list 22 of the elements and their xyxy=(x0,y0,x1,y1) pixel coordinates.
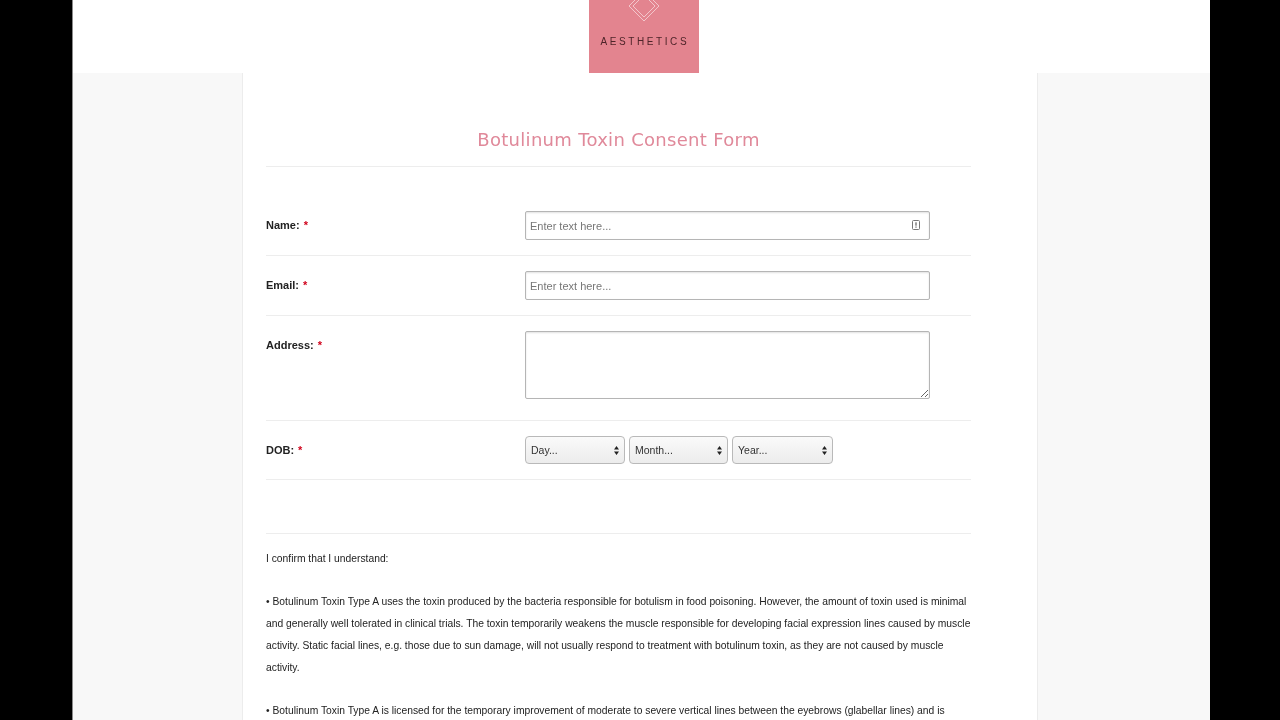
logo-text: AESTHETICS xyxy=(599,36,690,48)
text-input[interactable]: Enter text here... xyxy=(525,271,930,300)
field-label: Name: xyxy=(266,219,300,231)
required-asterisk: * xyxy=(303,219,308,231)
text-input[interactable]: Enter text here... xyxy=(525,211,930,240)
required-asterisk: * xyxy=(298,444,303,456)
up-down-caret-icon xyxy=(614,445,619,455)
up-down-caret-icon xyxy=(717,445,722,455)
field-label: DOB: xyxy=(266,444,295,456)
card-icon[interactable] xyxy=(912,220,920,230)
year-select[interactable]: Year... xyxy=(732,436,833,464)
up-down-caret-icon xyxy=(822,445,827,455)
field-label: Address: xyxy=(266,339,314,351)
month-select[interactable]: Month... xyxy=(629,436,728,464)
required-asterisk: * xyxy=(317,339,322,351)
form-title: Botulinum Toxin Consent Form xyxy=(477,128,760,152)
field-label: Email: xyxy=(266,279,299,291)
consent-paragraph: • Botulinum Toxin Type A uses the toxin produced by the bacteria responsible for botulism in food poisoning. However, the amount of toxin used is minimal and generally well tolerated in clinical trials. The toxin temporarily weakens the muscle responsible for developing facial expression lines caused by muscle activity. Static facial lines, e.g. those due to sun damage, will not usually respond to treatment with botulinum toxin, as they are not caused by muscle activity. xyxy=(266,595,972,675)
consent-intro: I confirm that I understand: xyxy=(266,552,390,566)
consent-paragraph: • Botulinum Toxin Type A is licensed for the temporary improvement of moderate to severe vertical lines between the eyebrows (glabellar lines) and is xyxy=(266,704,946,718)
day-select[interactable]: Day... xyxy=(525,436,625,464)
required-asterisk: * xyxy=(303,279,308,291)
